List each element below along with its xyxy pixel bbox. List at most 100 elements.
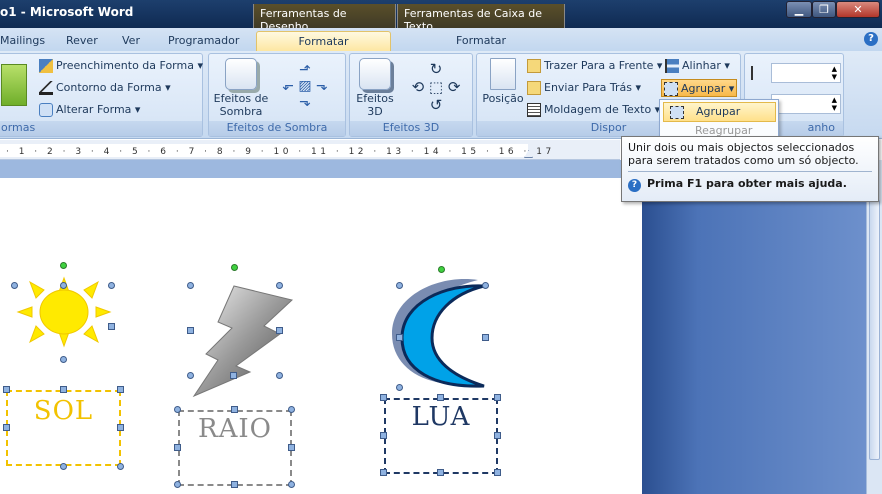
send-back-button[interactable]: Enviar Para Trás ▾ bbox=[527, 79, 641, 97]
selection-handle[interactable] bbox=[174, 444, 181, 451]
selection-handle[interactable] bbox=[276, 372, 283, 379]
selection-handle[interactable] bbox=[396, 334, 403, 341]
vertical-scrollbar[interactable] bbox=[866, 160, 882, 494]
shape-style-preview[interactable] bbox=[1, 64, 27, 106]
selection-handle[interactable] bbox=[3, 424, 10, 431]
selection-handle[interactable] bbox=[288, 444, 295, 451]
tilt-up-icon[interactable]: ↻ bbox=[404, 60, 468, 78]
bring-front-label: Trazer Para a Frente bbox=[544, 59, 654, 72]
selection-handle[interactable] bbox=[230, 372, 237, 379]
nudge-up-icon[interactable]: ⬏ bbox=[277, 62, 333, 78]
group-icon bbox=[664, 82, 678, 96]
text-wrap-button[interactable]: Moldagem de Texto ▾ bbox=[527, 101, 660, 119]
change-shape-button[interactable]: Alterar Forma ▾ bbox=[39, 101, 140, 119]
position-button[interactable]: Posição bbox=[481, 58, 525, 105]
side-panel bbox=[642, 160, 866, 494]
textbox-sol[interactable]: SOL bbox=[6, 390, 121, 466]
selection-handle[interactable] bbox=[11, 282, 18, 289]
textbox-lua[interactable]: LUA bbox=[384, 398, 498, 474]
selection-handle[interactable] bbox=[288, 406, 295, 413]
group-label-sombra: Efeitos de Sombra bbox=[209, 121, 345, 136]
bring-front-icon bbox=[527, 59, 541, 73]
selection-handle[interactable] bbox=[60, 356, 67, 363]
selection-handle[interactable] bbox=[231, 406, 238, 413]
width-input[interactable]: ▲ ▼ bbox=[771, 94, 841, 114]
selection-handle[interactable] bbox=[108, 323, 115, 330]
selection-handle[interactable] bbox=[117, 463, 124, 470]
selection-handle[interactable] bbox=[174, 406, 181, 413]
selection-handle[interactable] bbox=[437, 394, 444, 401]
selection-handle[interactable] bbox=[482, 282, 489, 289]
selection-handle[interactable] bbox=[276, 282, 283, 289]
menu-item-agrupar[interactable]: Agrupar bbox=[663, 102, 776, 122]
selection-handle[interactable] bbox=[396, 384, 403, 391]
rotation-handle[interactable] bbox=[60, 262, 67, 269]
restore-icon: ❐ bbox=[819, 3, 829, 16]
shadow-effects-button[interactable]: Efeitos de Sombra bbox=[213, 58, 269, 118]
selection-handle[interactable] bbox=[380, 394, 387, 401]
tab-formatar-textbox[interactable]: Formatar bbox=[397, 31, 565, 51]
selection-handle[interactable] bbox=[380, 432, 387, 439]
selection-handle[interactable] bbox=[117, 386, 124, 393]
shadow-nudge-controls[interactable]: ⬏ ⬐ ▨ ⬎ ⬎ bbox=[277, 62, 333, 112]
help-icon[interactable]: ? bbox=[864, 32, 878, 46]
outline-label: Contorno da Forma bbox=[56, 81, 162, 94]
selection-handle[interactable] bbox=[174, 481, 181, 488]
tab-ver[interactable]: Ver bbox=[122, 31, 144, 51]
textbox-raio[interactable]: RAIO bbox=[178, 410, 292, 486]
nudge-down-icon[interactable]: ⬎ bbox=[277, 94, 333, 110]
selection-handle[interactable] bbox=[3, 386, 10, 393]
selection-handle[interactable] bbox=[494, 394, 501, 401]
selection-handle[interactable] bbox=[482, 334, 489, 341]
selection-handle[interactable] bbox=[187, 372, 194, 379]
group-3d: Efeitos 3D ↻ ⟲ ⬚ ⟳ ↺ Efeitos 3D bbox=[349, 53, 473, 137]
restore-button[interactable]: ❐ bbox=[812, 1, 836, 18]
minimize-button[interactable]: ▁ bbox=[786, 1, 812, 18]
outline-button[interactable]: Contorno da Forma ▾ bbox=[39, 79, 171, 97]
bring-front-button[interactable]: Trazer Para a Frente ▾ bbox=[527, 57, 662, 75]
selection-handle[interactable] bbox=[60, 463, 67, 470]
width-spinner-icon[interactable]: ▲ ▼ bbox=[832, 96, 837, 112]
scrollbar-thumb[interactable] bbox=[869, 200, 880, 460]
lightning-shape[interactable] bbox=[188, 284, 298, 400]
tab-formatar-drawing[interactable]: Formatar bbox=[256, 31, 391, 51]
selection-handle[interactable] bbox=[276, 327, 283, 334]
selection-handle[interactable] bbox=[108, 282, 115, 289]
selection-handle[interactable] bbox=[231, 481, 238, 488]
document-page[interactable]: SOL RAIO LUA bbox=[0, 178, 642, 494]
tab-programador[interactable]: Programador bbox=[168, 31, 243, 51]
height-input[interactable]: ▲ ▼ bbox=[771, 63, 841, 83]
selection-handle[interactable] bbox=[380, 469, 387, 476]
close-button[interactable]: ✕ bbox=[836, 1, 880, 18]
context-tab-textbox-tools: Ferramentas de Caixa de Texto bbox=[397, 4, 565, 33]
ruler-ticks: · 1 · 2 · 3 · 4 · 5 · 6 · 7 · 8 · 9 · 10… bbox=[6, 147, 555, 157]
selection-handle[interactable] bbox=[187, 282, 194, 289]
selection-handle[interactable] bbox=[60, 386, 67, 393]
tilt-left-right-icon[interactable]: ⟲ ⬚ ⟳ bbox=[404, 78, 468, 96]
selection-handle[interactable] bbox=[437, 469, 444, 476]
align-button[interactable]: Alinhar ▾ bbox=[665, 57, 730, 75]
rotation-handle[interactable] bbox=[438, 266, 445, 273]
shadow-icon bbox=[225, 58, 257, 90]
tab-rever[interactable]: Rever bbox=[66, 31, 106, 51]
rotation-handle[interactable] bbox=[231, 264, 238, 271]
selection-handle[interactable] bbox=[288, 481, 295, 488]
menu-item-agrupar-label: Agrupar bbox=[696, 105, 741, 118]
3d-tilt-controls[interactable]: ↻ ⟲ ⬚ ⟳ ↺ bbox=[404, 60, 468, 114]
height-spinner-icon[interactable]: ▲ ▼ bbox=[832, 65, 837, 81]
tab-mailings[interactable]: Mailings bbox=[0, 31, 45, 51]
sun-shape[interactable] bbox=[10, 264, 122, 360]
selection-handle[interactable] bbox=[494, 469, 501, 476]
3d-effects-button[interactable]: Efeitos 3D bbox=[352, 58, 398, 118]
selection-handle[interactable] bbox=[396, 282, 403, 289]
nudge-left-right-icon[interactable]: ⬐ ▨ ⬎ bbox=[277, 78, 333, 94]
tilt-down-icon[interactable]: ↺ bbox=[404, 96, 468, 114]
selection-handle[interactable] bbox=[494, 432, 501, 439]
selection-handle[interactable] bbox=[60, 282, 67, 289]
selection-handle[interactable] bbox=[117, 424, 124, 431]
fill-button[interactable]: Preenchimento da Forma ▾ bbox=[39, 57, 203, 75]
moon-icon bbox=[392, 279, 485, 388]
selection-handle[interactable] bbox=[187, 327, 194, 334]
3d-label-1: Efeitos bbox=[356, 92, 394, 105]
group-objects-button[interactable]: Agrupar ▾ bbox=[661, 79, 737, 97]
